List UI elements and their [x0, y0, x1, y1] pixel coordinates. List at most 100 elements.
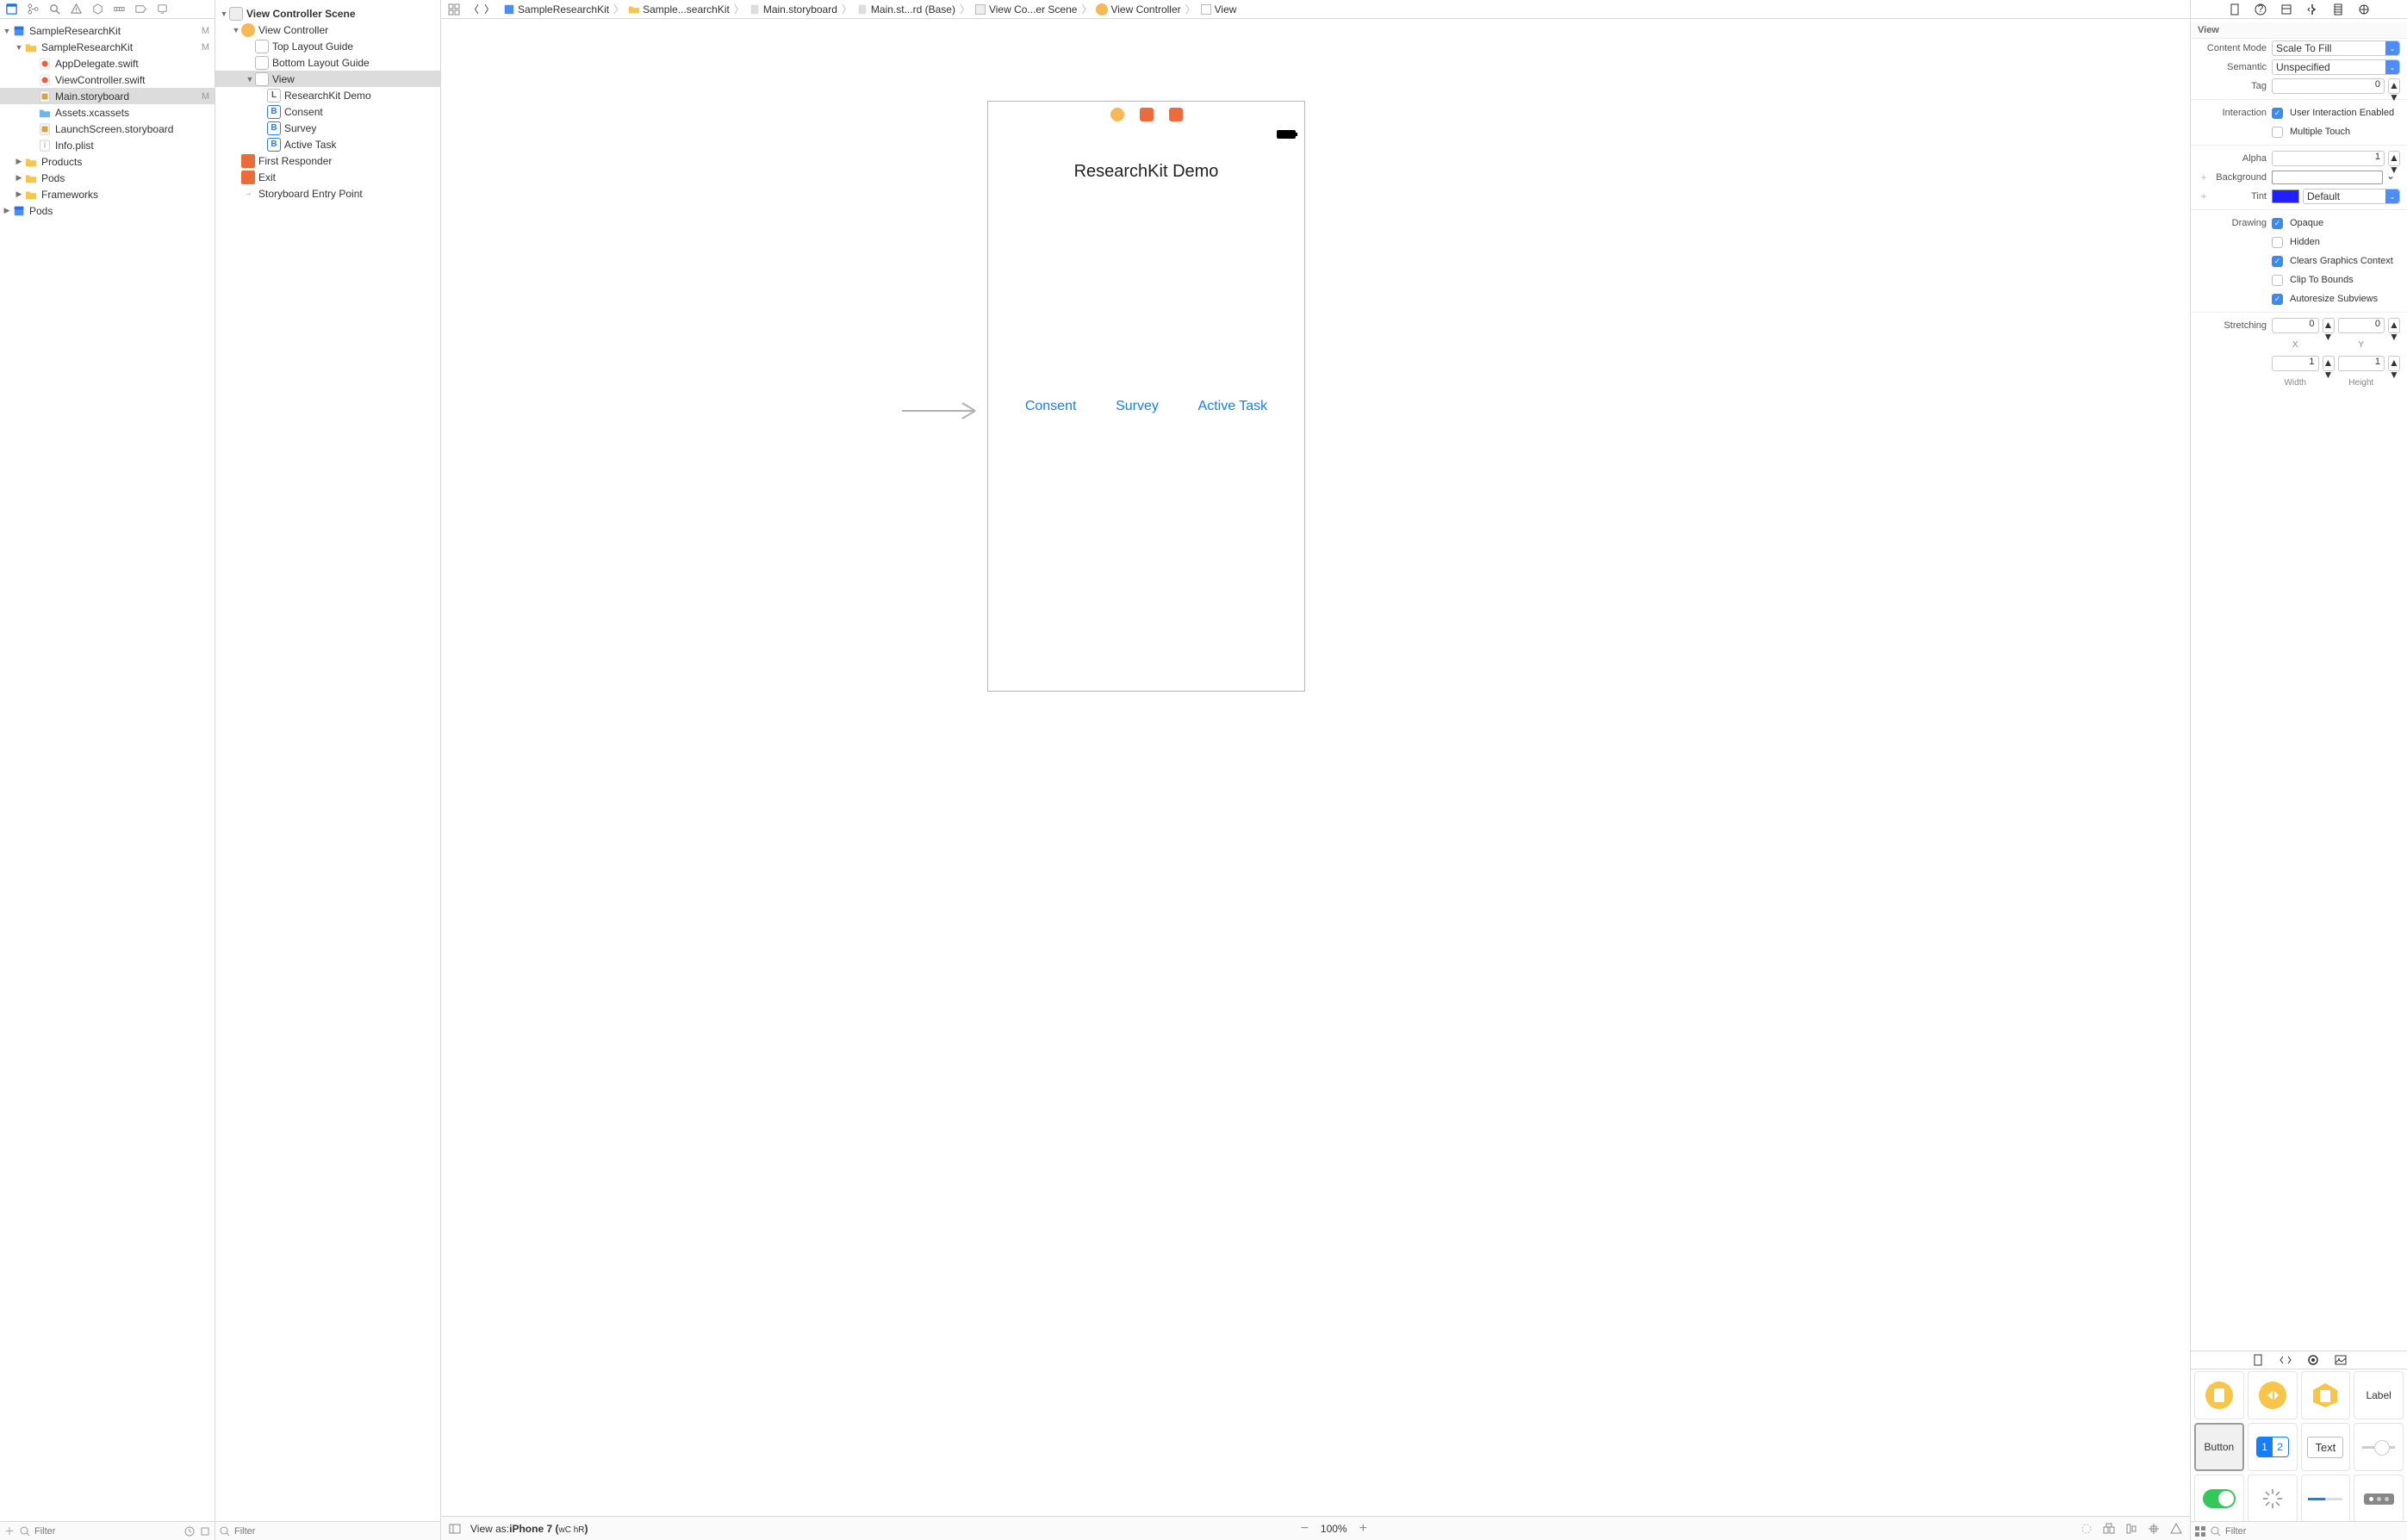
alpha-input[interactable]: 1: [2272, 151, 2385, 166]
add-attribute-icon[interactable]: +: [2198, 171, 2210, 183]
background-color-well[interactable]: [2272, 171, 2383, 184]
add-icon[interactable]: ＋: [3, 1525, 16, 1537]
project-tree[interactable]: ▼ SampleResearchKit M ▼ SampleResearchKi…: [0, 19, 215, 1521]
test-navigator-icon[interactable]: [91, 3, 104, 16]
report-navigator-icon[interactable]: [156, 3, 169, 16]
viewcontroller-dock-icon[interactable]: [1110, 108, 1124, 121]
disclosure-triangle-icon[interactable]: ▼: [219, 9, 229, 18]
related-items-icon[interactable]: [445, 0, 463, 18]
bottom-layout-guide-row[interactable]: Bottom Layout Guide: [215, 54, 440, 71]
button-survey-row[interactable]: B Survey: [215, 120, 440, 136]
update-frames-icon[interactable]: [2080, 1522, 2093, 1536]
disclosure-triangle-icon[interactable]: ▼: [2, 27, 12, 35]
group-products[interactable]: ▶ Products: [0, 153, 215, 170]
disclosure-triangle-icon[interactable]: ▶: [14, 157, 24, 166]
lib-item-viewcontroller[interactable]: [2194, 1371, 2244, 1419]
hidden-checkbox[interactable]: [2272, 237, 2283, 248]
lib-item-button[interactable]: Button: [2194, 1423, 2244, 1471]
stretch-x-input[interactable]: 0: [2272, 318, 2319, 333]
disclosure-triangle-icon[interactable]: ▶: [14, 173, 24, 183]
lib-item-page-control[interactable]: [2354, 1475, 2404, 1521]
disclosure-triangle-icon[interactable]: ▶: [14, 189, 24, 199]
breakpoint-navigator-icon[interactable]: [134, 3, 147, 16]
filter-icon[interactable]: [219, 1525, 231, 1537]
view-row[interactable]: ▼ View: [215, 71, 440, 87]
pin-icon[interactable]: [2147, 1522, 2161, 1536]
lib-item-switch[interactable]: [2194, 1475, 2244, 1521]
disclosure-triangle-icon[interactable]: ▼: [245, 75, 255, 84]
outline-filter-input[interactable]: [234, 1526, 437, 1537]
filter-icon[interactable]: [2210, 1525, 2222, 1537]
grid-view-icon[interactable]: [2194, 1525, 2206, 1537]
viewcontroller-row[interactable]: ▼ View Controller: [215, 22, 440, 38]
lib-item-progress[interactable]: [2301, 1475, 2351, 1521]
jump-base[interactable]: Main.st...rd (Base): [853, 0, 959, 18]
jump-file[interactable]: Main.storyboard: [745, 0, 841, 18]
code-snippet-library-icon[interactable]: [2279, 1353, 2292, 1367]
tint-color-well[interactable]: [2272, 189, 2299, 203]
library-filter-input[interactable]: [2225, 1526, 2404, 1537]
exit-dock-icon[interactable]: [1169, 108, 1183, 121]
file-template-library-icon[interactable]: [2251, 1353, 2265, 1367]
stretch-w-input[interactable]: 1: [2272, 356, 2319, 371]
issue-navigator-icon[interactable]: [70, 3, 83, 16]
semantic-select[interactable]: Unspecified⌄: [2272, 59, 2400, 75]
file-assets[interactable]: Assets.xcassets: [0, 104, 215, 121]
filter-icon[interactable]: [19, 1525, 31, 1537]
recent-filter-icon[interactable]: [183, 1525, 196, 1537]
lib-item-segmented[interactable]: 12: [2248, 1423, 2298, 1471]
disclosure-triangle-icon[interactable]: ▼: [231, 26, 241, 34]
group-frameworks[interactable]: ▶ Frameworks: [0, 186, 215, 202]
file-inspector-icon[interactable]: [2228, 3, 2242, 16]
jump-view[interactable]: View: [1197, 0, 1241, 18]
project-root[interactable]: ▼ SampleResearchKit M: [0, 22, 215, 39]
stretch-y-input[interactable]: 0: [2338, 318, 2385, 333]
connections-inspector-icon[interactable]: [2357, 3, 2371, 16]
pods-project[interactable]: ▶ Pods: [0, 202, 215, 219]
jump-vc[interactable]: View Controller: [1092, 0, 1184, 18]
file-infoplist[interactable]: i Info.plist: [0, 137, 215, 153]
stretch-w-stepper[interactable]: ▲▼: [2323, 356, 2335, 371]
clip-bounds-checkbox[interactable]: [2272, 275, 2283, 286]
debug-navigator-icon[interactable]: [113, 3, 126, 16]
top-layout-guide-row[interactable]: Top Layout Guide: [215, 38, 440, 54]
device-frame[interactable]: ResearchKit Demo Consent Survey Active T…: [987, 101, 1305, 692]
project-navigator-icon[interactable]: [5, 3, 18, 16]
back-button[interactable]: 〈: [469, 2, 479, 16]
entry-point-row[interactable]: → Storyboard Entry Point: [215, 185, 440, 202]
label-row[interactable]: L ResearchKit Demo: [215, 87, 440, 103]
multi-touch-checkbox[interactable]: [2272, 127, 2283, 138]
lib-item-slider[interactable]: [2354, 1423, 2404, 1471]
file-appdelegate[interactable]: AppDelegate.swift: [0, 55, 215, 71]
file-main-storyboard[interactable]: Main.storyboard M: [0, 88, 215, 104]
jump-bar[interactable]: 〈 〉 SampleResearchKit 〉 Sample...searchK…: [441, 0, 2190, 19]
stretch-y-stepper[interactable]: ▲▼: [2388, 318, 2400, 333]
zoom-in-button[interactable]: +: [1359, 1521, 1367, 1537]
forward-button[interactable]: 〉: [484, 2, 494, 16]
exit-row[interactable]: Exit: [215, 169, 440, 185]
lib-item-tabcontroller[interactable]: [2301, 1371, 2351, 1419]
lib-item-navcontroller[interactable]: [2248, 1371, 2298, 1419]
button-consent-row[interactable]: B Consent: [215, 103, 440, 120]
stretch-x-stepper[interactable]: ▲▼: [2323, 318, 2335, 333]
consent-button[interactable]: Consent: [1025, 399, 1077, 414]
align-icon[interactable]: [2124, 1522, 2138, 1536]
first-responder-row[interactable]: First Responder: [215, 152, 440, 169]
view-as-label[interactable]: View as: iPhone 7 ( wC hR ): [470, 1523, 588, 1535]
stretch-h-stepper[interactable]: ▲▼: [2388, 356, 2400, 371]
user-interaction-checkbox[interactable]: ✓: [2272, 108, 2283, 119]
navigator-filter-input[interactable]: [34, 1526, 180, 1537]
add-attribute-icon[interactable]: +: [2198, 190, 2210, 202]
source-control-navigator-icon[interactable]: [27, 3, 40, 16]
survey-button[interactable]: Survey: [1116, 399, 1159, 414]
jump-project[interactable]: SampleResearchKit: [500, 0, 613, 18]
jump-scene[interactable]: View Co...er Scene: [971, 0, 1081, 18]
opaque-checkbox[interactable]: ✓: [2272, 218, 2283, 229]
scene-row[interactable]: ▼ View Controller Scene: [215, 5, 440, 22]
alpha-stepper[interactable]: ▲▼: [2388, 151, 2400, 166]
tint-select[interactable]: Default⌄: [2303, 189, 2400, 204]
clears-graphics-checkbox[interactable]: ✓: [2272, 256, 2283, 267]
disclosure-triangle-icon[interactable]: ▶: [2, 206, 12, 215]
file-launchscreen[interactable]: LaunchScreen.storyboard: [0, 121, 215, 137]
target-group[interactable]: ▼ SampleResearchKit M: [0, 39, 215, 55]
